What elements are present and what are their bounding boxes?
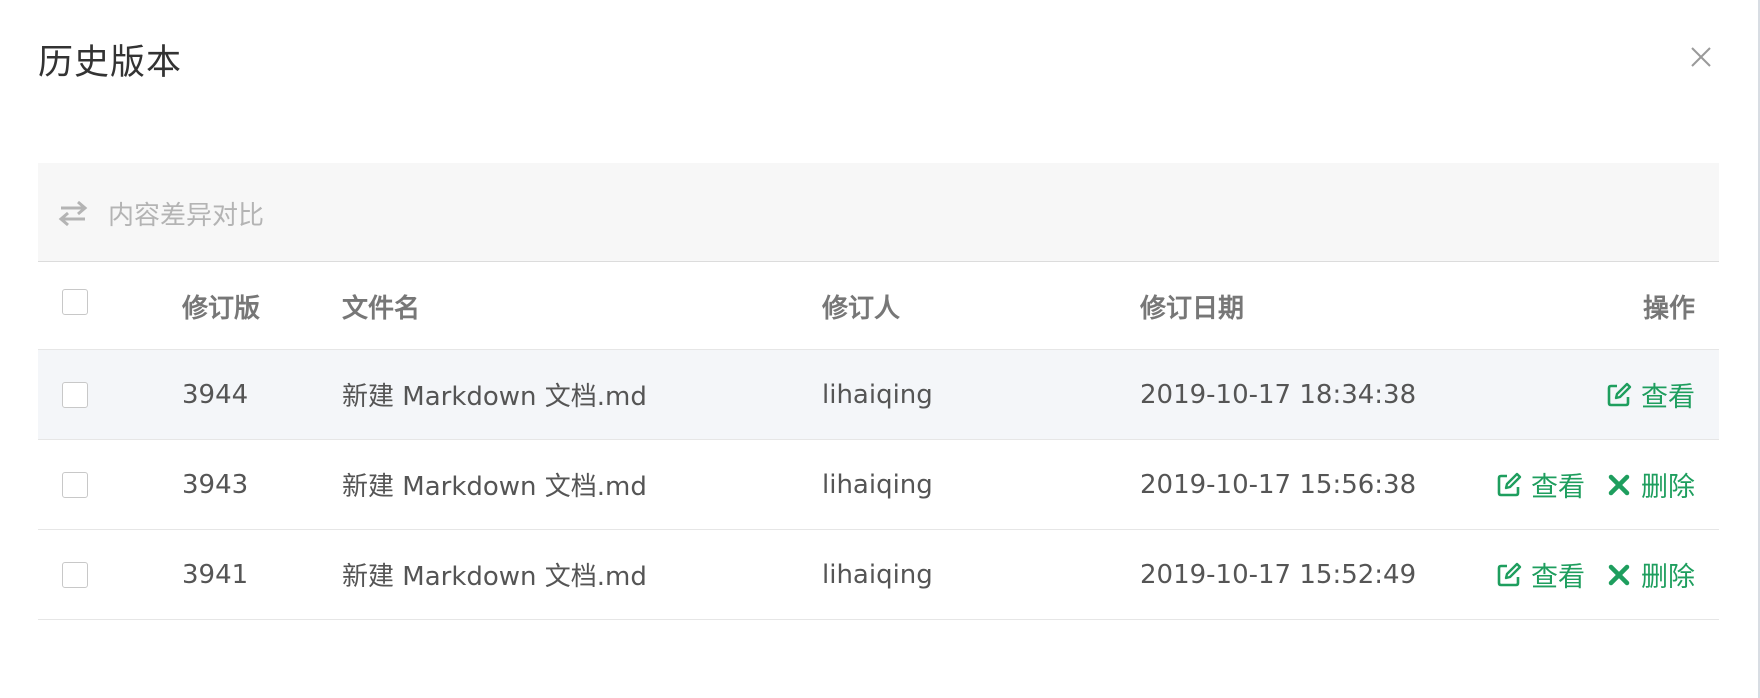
filename-cell: 新建 Markdown 文档.md [342, 472, 647, 502]
history-versions-modal: 历史版本 内容差异对比 修订版 文件名 修订人 修订日期 操作 3944 新建 … [0, 0, 1760, 698]
filename-cell: 新建 Markdown 文档.md [342, 562, 647, 592]
row-checkbox[interactable] [62, 471, 88, 498]
edit-square-icon [1495, 561, 1523, 589]
revision-cell: 3943 [182, 469, 249, 500]
filename-cell: 新建 Markdown 文档.md [342, 382, 647, 412]
view-button[interactable]: 查看 [1495, 555, 1585, 594]
delete-button[interactable]: 删除 [1605, 465, 1695, 504]
table-toolbar: 内容差异对比 [38, 163, 1719, 262]
date-cell: 2019-10-17 15:56:38 [1140, 469, 1417, 500]
table-row: 3941 新建 Markdown 文档.md lihaiqing 2019-10… [38, 530, 1719, 620]
actions-cell: 查看 删除 [1475, 440, 1695, 529]
header-actions: 操作 [1642, 293, 1695, 324]
view-label: 查看 [1531, 472, 1585, 503]
table-row: 3944 新建 Markdown 文档.md lihaiqing 2019-10… [38, 350, 1719, 440]
close-icon[interactable] [1686, 42, 1716, 72]
modal-title: 历史版本 [38, 43, 183, 83]
actions-cell: 查看 [1585, 350, 1695, 439]
row-checkbox[interactable] [62, 381, 88, 408]
view-button[interactable]: 查看 [1605, 375, 1695, 414]
history-table: 修订版 文件名 修订人 修订日期 操作 3944 新建 Markdown 文档.… [38, 263, 1719, 620]
swap-arrows-icon [58, 198, 88, 228]
header-date: 修订日期 [1140, 293, 1245, 324]
view-button[interactable]: 查看 [1495, 465, 1585, 504]
row-checkbox[interactable] [62, 561, 88, 588]
edit-square-icon [1495, 471, 1523, 499]
actions-cell: 查看 删除 [1475, 530, 1695, 619]
x-icon [1605, 471, 1633, 499]
table-header-row: 修订版 文件名 修订人 修订日期 操作 [38, 263, 1719, 350]
revision-cell: 3941 [182, 559, 249, 590]
delete-label: 删除 [1641, 472, 1695, 503]
delete-button[interactable]: 删除 [1605, 555, 1695, 594]
date-cell: 2019-10-17 18:34:38 [1140, 379, 1417, 410]
header-filename: 文件名 [342, 293, 421, 324]
x-icon [1605, 561, 1633, 589]
select-all-checkbox[interactable] [62, 289, 88, 315]
header-reviser: 修订人 [822, 293, 901, 324]
header-revision: 修订版 [182, 293, 261, 324]
compare-diff-button[interactable]: 内容差异对比 [58, 191, 264, 235]
table-row: 3943 新建 Markdown 文档.md lihaiqing 2019-10… [38, 440, 1719, 530]
view-label: 查看 [1641, 382, 1695, 413]
edit-square-icon [1605, 381, 1633, 409]
view-label: 查看 [1531, 562, 1585, 593]
reviser-cell: lihaiqing [822, 469, 933, 500]
reviser-cell: lihaiqing [822, 379, 933, 410]
reviser-cell: lihaiqing [822, 559, 933, 590]
revision-cell: 3944 [182, 379, 249, 410]
date-cell: 2019-10-17 15:52:49 [1140, 559, 1417, 590]
compare-diff-label: 内容差异对比 [108, 200, 265, 231]
delete-label: 删除 [1641, 562, 1695, 593]
